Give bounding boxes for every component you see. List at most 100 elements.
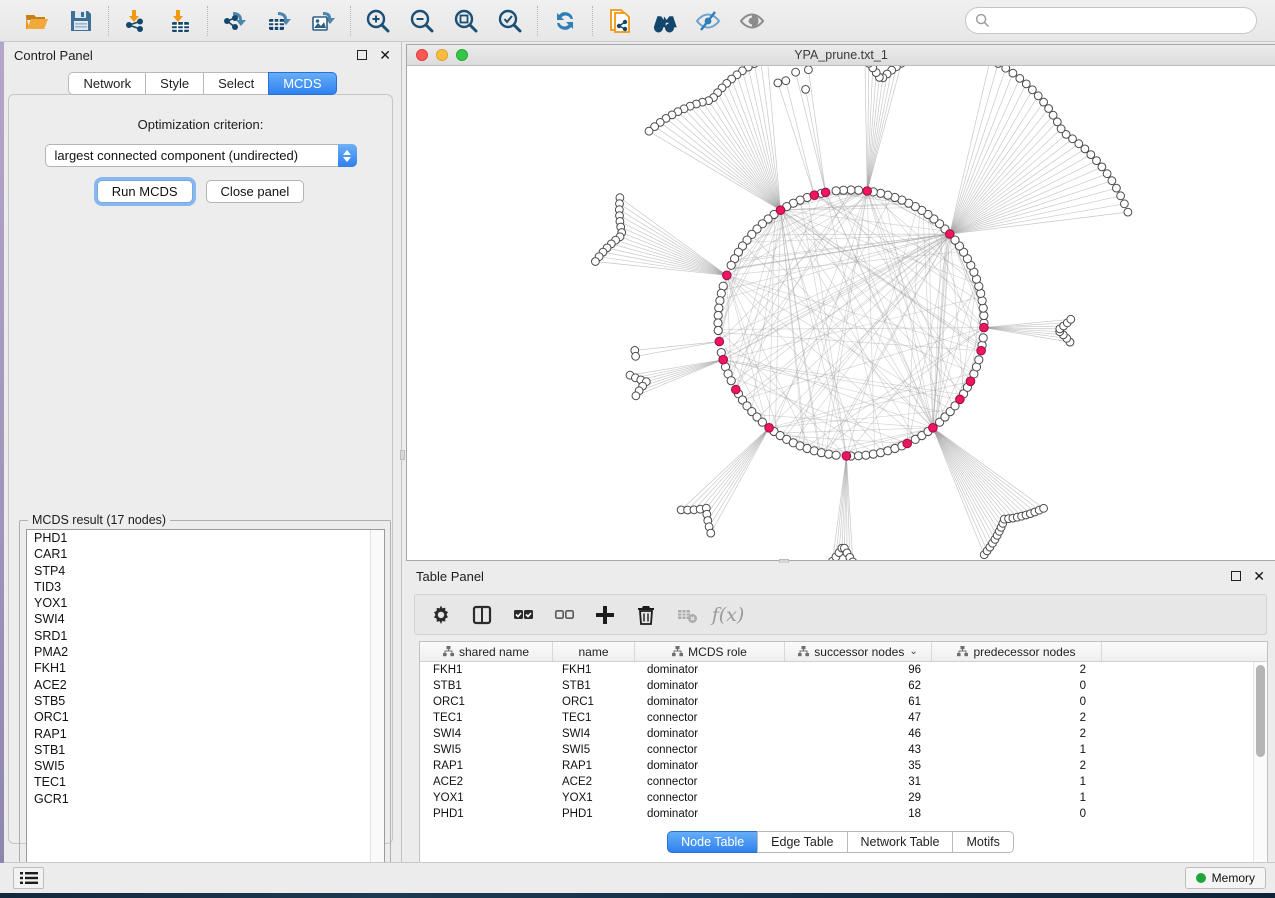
- table-cell: dominator: [635, 726, 785, 742]
- table-row[interactable]: STB1STB1dominator620: [420, 678, 1253, 694]
- tab-network-table[interactable]: Network Table: [847, 831, 953, 853]
- close-panel-icon[interactable]: ✕: [379, 50, 391, 60]
- network-view-window: YPA_prune.txt_1: [406, 44, 1275, 561]
- import-network-icon[interactable]: [123, 8, 149, 34]
- tab-select[interactable]: Select: [203, 72, 268, 95]
- table-scrollbar[interactable]: [1253, 662, 1267, 894]
- table-cell: dominator: [635, 758, 785, 774]
- mcds-result-item[interactable]: STB1: [27, 742, 370, 758]
- import-table-icon[interactable]: [167, 8, 193, 34]
- mcds-result-item[interactable]: RAP1: [27, 726, 370, 742]
- search-binoculars-icon[interactable]: [651, 8, 677, 34]
- task-history-button[interactable]: [13, 867, 44, 889]
- show-all-eye-icon[interactable]: [739, 8, 765, 34]
- zoom-selected-icon[interactable]: [497, 8, 523, 34]
- table-row[interactable]: ACE2ACE2connector311: [420, 774, 1253, 790]
- tab-mcds[interactable]: MCDS: [268, 72, 336, 95]
- mcds-result-item[interactable]: YOX1: [27, 595, 370, 611]
- close-table-panel-icon[interactable]: ✕: [1253, 571, 1265, 581]
- mcds-result-item[interactable]: ORC1: [27, 709, 370, 725]
- mcds-result-item[interactable]: STP4: [27, 563, 370, 579]
- table-cell: RAP1: [553, 758, 635, 774]
- hide-selected-eye-icon[interactable]: [695, 8, 721, 34]
- mcds-result-item[interactable]: TID3: [27, 579, 370, 595]
- table-row[interactable]: FKH1FKH1dominator962: [420, 662, 1253, 678]
- column-header-shared-name[interactable]: shared name: [420, 642, 553, 661]
- memory-button[interactable]: Memory: [1185, 867, 1266, 889]
- search-input[interactable]: [995, 13, 1247, 28]
- mcds-result-item[interactable]: STB5: [27, 693, 370, 709]
- float-window-icon[interactable]: [357, 50, 367, 60]
- column-header-name[interactable]: name: [553, 642, 635, 661]
- refresh-layout-icon[interactable]: [552, 8, 578, 34]
- column-header-MCDS-role[interactable]: MCDS role: [635, 642, 785, 661]
- zoom-fit-icon[interactable]: [453, 8, 479, 34]
- clone-network-icon[interactable]: [607, 8, 633, 34]
- mcds-result-item[interactable]: PMA2: [27, 644, 370, 660]
- tab-edge-table[interactable]: Edge Table: [757, 831, 846, 853]
- table-row[interactable]: SWI5SWI5connector431: [420, 742, 1253, 758]
- export-table-icon[interactable]: [266, 8, 292, 34]
- network-window-titlebar[interactable]: YPA_prune.txt_1: [407, 45, 1275, 66]
- unselect-all-icon[interactable]: [552, 603, 576, 627]
- function-builder-label: f(x): [712, 604, 745, 626]
- run-mcds-button[interactable]: Run MCDS: [97, 180, 193, 203]
- table-row[interactable]: SWI4SWI4dominator462: [420, 726, 1253, 742]
- toggle-columns-icon[interactable]: [470, 603, 494, 627]
- optimization-criterion-dropdown[interactable]: largest connected component (undirected): [45, 144, 357, 167]
- table-row[interactable]: TEC1TEC1connector472: [420, 710, 1253, 726]
- mcds-result-item[interactable]: TEC1: [27, 774, 370, 790]
- mcds-result-item[interactable]: FKH1: [27, 660, 370, 676]
- mcds-result-item[interactable]: GCR1: [27, 791, 370, 807]
- control-panel-titlebar: Control Panel ✕: [4, 42, 401, 68]
- mcds-result-item[interactable]: SWI5: [27, 758, 370, 774]
- open-folder-icon[interactable]: [24, 8, 50, 34]
- table-row[interactable]: ORC1ORC1dominator610: [420, 694, 1253, 710]
- tab-network[interactable]: Network: [68, 72, 145, 95]
- zoom-in-icon[interactable]: [365, 8, 391, 34]
- table-cell: TEC1: [553, 710, 635, 726]
- mcds-result-item[interactable]: PHD1: [27, 530, 370, 546]
- mcds-tab-content: Optimization criterion: largest connecte…: [8, 94, 393, 844]
- delete-row-icon[interactable]: [634, 603, 658, 627]
- table-row[interactable]: RAP1RAP1dominator352: [420, 758, 1253, 774]
- optimization-criterion-label: Optimization criterion:: [9, 117, 392, 132]
- table-cell: 62: [785, 678, 932, 694]
- vertical-splitter-handle[interactable]: [400, 450, 405, 460]
- maximize-window-icon[interactable]: [456, 49, 468, 61]
- table-cell: 1: [932, 774, 1102, 790]
- table-scrollbar-thumb[interactable]: [1256, 665, 1265, 757]
- mcds-result-item[interactable]: ACE2: [27, 677, 370, 693]
- table-cell: PHD1: [420, 806, 553, 822]
- minimize-window-icon[interactable]: [436, 49, 448, 61]
- mcds-result-item[interactable]: CAR1: [27, 546, 370, 562]
- float-table-panel-icon[interactable]: [1231, 571, 1241, 581]
- search-box[interactable]: [965, 7, 1257, 34]
- column-header-successor-nodes[interactable]: successor nodes⌄: [785, 642, 932, 661]
- network-window-title: YPA_prune.txt_1: [794, 48, 888, 62]
- save-icon[interactable]: [68, 8, 94, 34]
- table-cell: ACE2: [420, 774, 553, 790]
- mcds-result-list[interactable]: PHD1CAR1STP4TID3YOX1SWI4SRD1PMA2FKH1ACE2…: [26, 529, 385, 885]
- zoom-out-icon[interactable]: [409, 8, 435, 34]
- export-network-icon[interactable]: [222, 8, 248, 34]
- memory-label: Memory: [1212, 871, 1255, 885]
- select-all-icon[interactable]: [511, 603, 535, 627]
- network-canvas[interactable]: [407, 66, 1275, 560]
- tab-node-table[interactable]: Node Table: [667, 831, 757, 853]
- tab-motifs[interactable]: Motifs: [952, 831, 1013, 853]
- close-panel-button[interactable]: Close panel: [206, 180, 305, 203]
- mcds-result-item[interactable]: SRD1: [27, 628, 370, 644]
- tab-style[interactable]: Style: [145, 72, 203, 95]
- close-window-icon[interactable]: [416, 49, 428, 61]
- mcds-result-item[interactable]: SWI4: [27, 611, 370, 627]
- table-cell: dominator: [635, 694, 785, 710]
- add-row-icon[interactable]: [593, 603, 617, 627]
- column-header-predecessor-nodes[interactable]: predecessor nodes: [932, 642, 1102, 661]
- settings-gear-icon[interactable]: [429, 603, 453, 627]
- table-cell: dominator: [635, 662, 785, 678]
- export-image-icon[interactable]: [310, 8, 336, 34]
- table-row[interactable]: PHD1PHD1dominator180: [420, 806, 1253, 822]
- mcds-list-scrollbar[interactable]: [370, 530, 384, 884]
- table-row[interactable]: YOX1YOX1connector291: [420, 790, 1253, 806]
